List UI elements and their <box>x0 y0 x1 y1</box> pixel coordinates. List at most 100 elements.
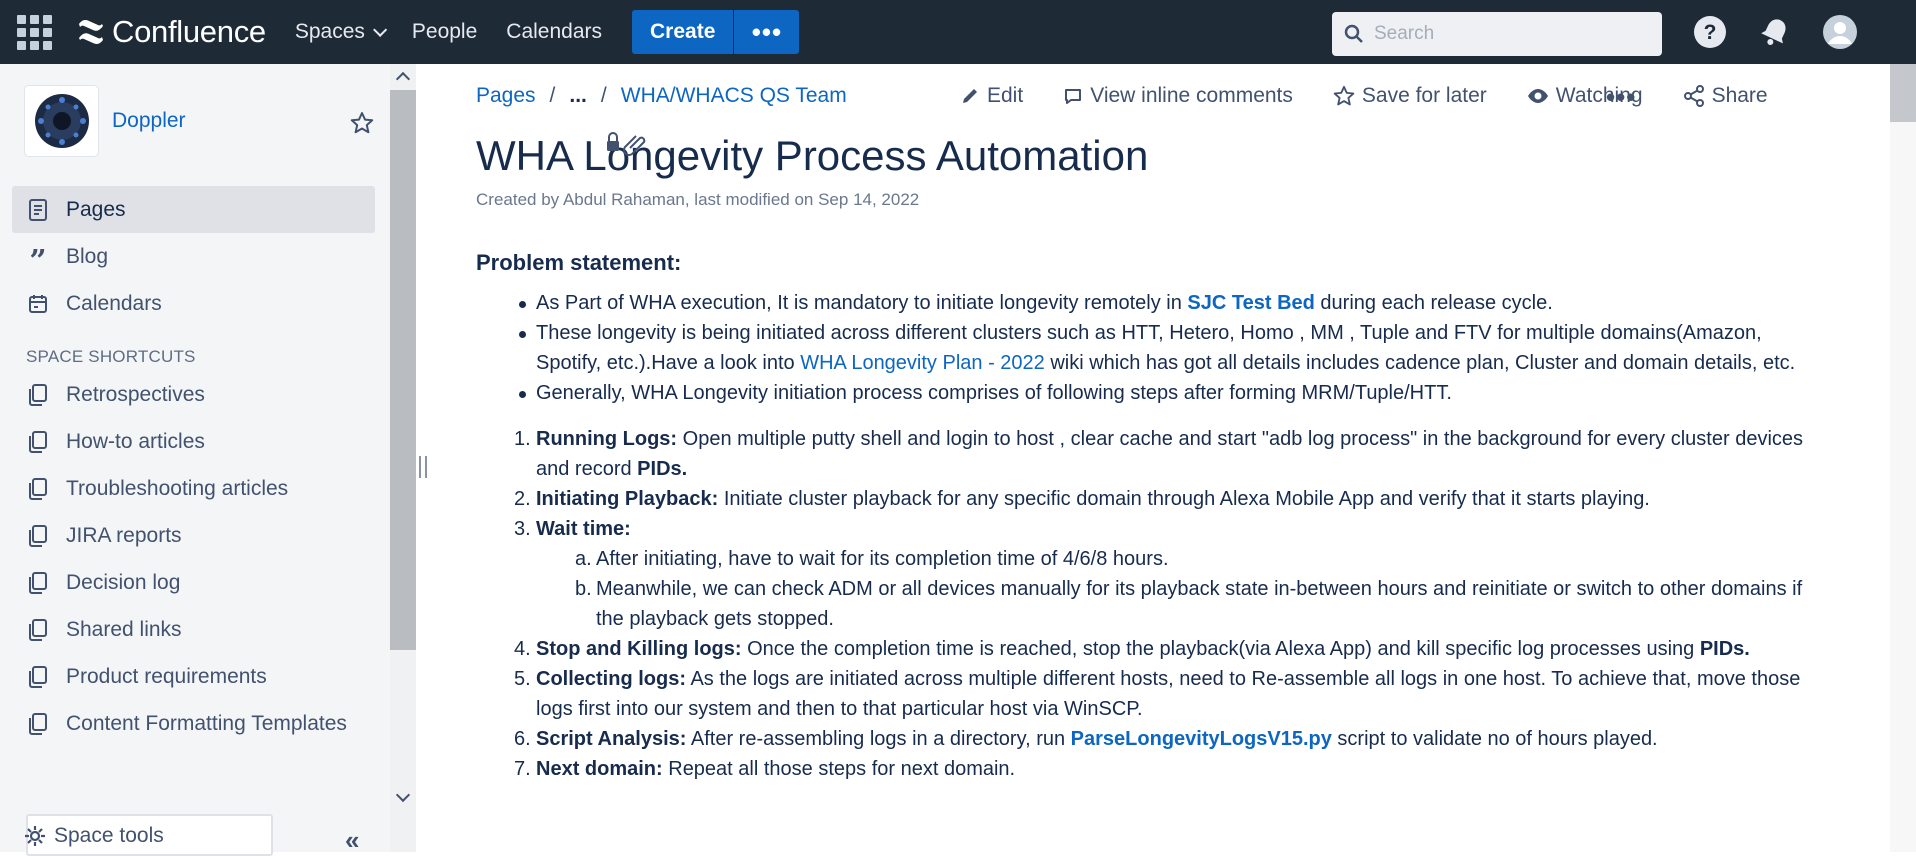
space-header[interactable]: Doppler <box>25 86 186 156</box>
create-group: Create ••• <box>632 10 800 54</box>
create-more-button[interactable]: ••• <box>733 10 800 54</box>
sidebar-scroll-thumb[interactable] <box>390 90 416 650</box>
search-box[interactable] <box>1332 12 1662 56</box>
space-shortcuts-heading: SPACE SHORTCUTS <box>26 347 196 366</box>
shortcut-product-requirements[interactable]: Product requirements <box>12 653 375 700</box>
page-title: WHA Longevity Process Automation <box>476 132 1149 179</box>
create-button[interactable]: Create <box>632 10 734 54</box>
sidebar-item-label: Blog <box>66 244 109 268</box>
bullet-text: during each release cycle. <box>1314 292 1553 314</box>
longevity-plan-link[interactable]: WHA Longevity Plan - 2022 <box>800 352 1045 374</box>
bullet-list: As Part of WHA execution, It is mandator… <box>519 288 1826 408</box>
breadcrumb-separator: / <box>549 84 556 107</box>
quote-icon: ” <box>29 243 47 279</box>
space-tools-button[interactable]: Space tools <box>24 824 164 848</box>
breadcrumb-ellipsis[interactable]: ... <box>569 84 587 108</box>
step-text: script to validate no of hours played. <box>1331 728 1658 750</box>
edit-label: Edit <box>987 84 1024 107</box>
calendar-icon <box>26 292 50 316</box>
edit-button[interactable]: Edit <box>960 84 1023 108</box>
page-scrollbar[interactable] <box>1890 64 1916 852</box>
sidebar-resize-handle[interactable] <box>419 456 427 478</box>
page-scroll-thumb[interactable] <box>1890 64 1916 122</box>
eye-icon <box>1527 89 1548 103</box>
breadcrumb-pages[interactable]: Pages <box>476 84 536 108</box>
search-icon <box>1344 24 1363 43</box>
copy-page-icon <box>26 430 50 454</box>
comment-icon <box>1065 89 1082 104</box>
collapse-sidebar-icon[interactable]: « <box>345 825 359 856</box>
attachment-icon[interactable] <box>623 135 646 156</box>
people-link[interactable]: People <box>412 20 477 44</box>
step-item: 5. Collecting logs: As the logs are initi… <box>514 664 1826 724</box>
title-overlay-icons <box>604 130 654 161</box>
space-tools-label: Space tools <box>54 824 164 847</box>
sidebar-item-calendars[interactable]: Calendars <box>12 280 375 327</box>
shortcut-content-formatting[interactable]: Content Formatting Templates <box>12 700 375 747</box>
step-number: 2. <box>514 488 531 510</box>
space-name[interactable]: Doppler <box>112 109 186 133</box>
step-text: As the logs are initiated across multipl… <box>536 668 1801 720</box>
gear-icon <box>25 826 45 846</box>
step-item: 1. Running Logs: Open multiple putty shel… <box>514 424 1826 484</box>
save-for-later-button[interactable]: Save for later <box>1333 84 1487 108</box>
bullet-item: As Part of WHA execution, It is mandator… <box>519 288 1826 318</box>
lock-icon[interactable] <box>607 132 619 151</box>
help-icon[interactable]: ? <box>1692 14 1728 50</box>
sub-step-item: b. Meanwhile, we can check ADM or all dev… <box>575 574 1826 634</box>
shortcut-jira-reports[interactable]: JIRA reports <box>12 512 375 559</box>
bullet-item: Generally, WHA Longevity initiation proc… <box>519 378 1826 408</box>
star-space-icon[interactable] <box>350 111 374 140</box>
step-title: Collecting logs: <box>536 668 686 690</box>
sidebar-item-pages[interactable]: Pages <box>12 186 375 233</box>
parse-script-link[interactable]: ParseLongevityLogsV15.py <box>1071 728 1332 750</box>
sidebar-item-label: Pages <box>66 197 126 221</box>
scroll-up-arrow-icon[interactable] <box>395 71 411 87</box>
shortcut-troubleshooting[interactable]: Troubleshooting articles <box>12 465 375 512</box>
sidebar-item-blog[interactable]: ” Blog <box>12 233 375 280</box>
shortcut-label: Product requirements <box>66 664 267 688</box>
breadcrumb-current[interactable]: WHA/WHACS QS Team <box>621 84 847 108</box>
shortcut-shared-links[interactable]: Shared links <box>12 606 375 653</box>
search-input[interactable] <box>1374 23 1634 45</box>
view-inline-comments-button[interactable]: View inline comments <box>1063 84 1293 108</box>
sub-step-list: a. After initiating, have to wait for its… <box>575 544 1826 634</box>
scroll-down-arrow-icon[interactable] <box>395 787 411 803</box>
step-text-bold: PIDs. <box>1699 638 1750 660</box>
sidebar-scrollbar[interactable] <box>390 64 416 852</box>
shortcut-retrospectives[interactable]: Retrospectives <box>12 371 375 418</box>
calendars-link[interactable]: Calendars <box>506 20 602 44</box>
breadcrumb-separator: / <box>600 84 607 107</box>
app-switcher-icon[interactable] <box>16 14 52 50</box>
step-number: 4. <box>514 638 531 660</box>
spaces-menu[interactable]: Spaces <box>295 20 388 44</box>
confluence-logo[interactable]: Confluence <box>76 14 266 50</box>
shortcut-label: Shared links <box>66 617 182 641</box>
share-label: Share <box>1711 84 1768 107</box>
shortcut-label: JIRA reports <box>66 523 182 547</box>
space-shortcuts-list: Retrospectives How-to articles Troublesh… <box>12 371 375 747</box>
breadcrumb: Pages / ... / WHA/WHACS QS Team <box>476 84 847 108</box>
step-text: After re-assembling logs in a directory,… <box>686 728 1071 750</box>
shortcut-label: Decision log <box>66 570 181 594</box>
copy-page-icon <box>26 383 50 407</box>
shortcut-label: Content Formatting Templates <box>66 711 347 735</box>
step-number: 1. <box>514 428 531 450</box>
more-actions-icon[interactable]: ••• <box>1606 82 1636 113</box>
shortcut-how-to[interactable]: How-to articles <box>12 418 375 465</box>
copy-page-icon <box>26 618 50 642</box>
notifications-icon[interactable] <box>1757 14 1793 50</box>
sidebar-nav: Pages ” Blog Calendars <box>12 186 375 327</box>
share-button[interactable]: Share <box>1683 84 1768 108</box>
sjc-test-bed-link[interactable]: SJC Test Bed <box>1187 292 1314 314</box>
step-number: 7. <box>514 758 531 780</box>
user-avatar-icon[interactable] <box>1822 14 1858 50</box>
step-item: 2. Initiating Playback: Initiate cluster … <box>514 484 1826 514</box>
shortcut-decision-log[interactable]: Decision log <box>12 559 375 606</box>
page-metadata: Created by Abdul Rahaman, last modified … <box>476 190 920 209</box>
step-item: 6. Script Analysis: After re-assembling l… <box>514 724 1826 754</box>
steps-list: 1. Running Logs: Open multiple putty shel… <box>514 424 1826 784</box>
doppler-logo-icon <box>34 94 89 148</box>
step-text: Initiate cluster playback for any specif… <box>718 488 1650 510</box>
step-item: 3. Wait time: a. After initiating, have to… <box>514 514 1826 634</box>
